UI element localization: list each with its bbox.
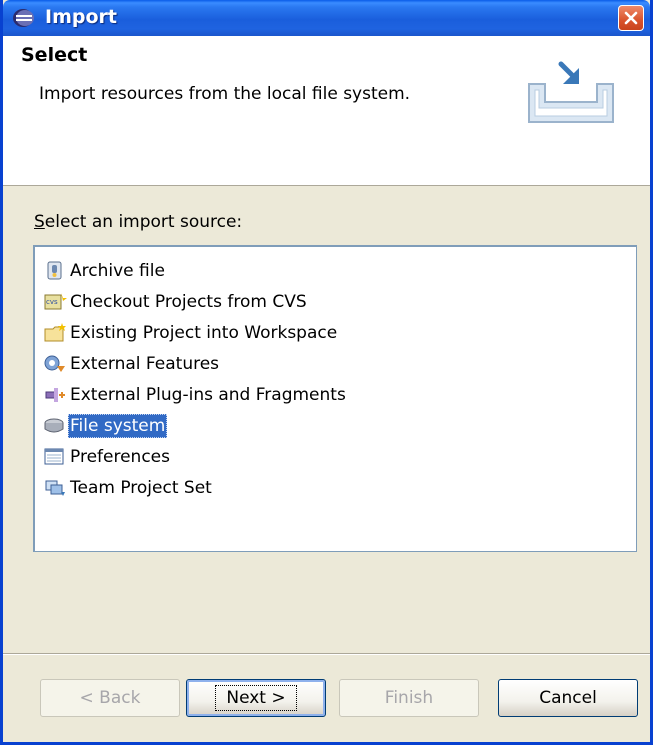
list-item-external-plugins[interactable]: External Plug-ins and Fragments xyxy=(43,381,348,409)
list-item-existing-project[interactable]: Existing Project into Workspace xyxy=(43,319,339,347)
finish-button-label: Finish xyxy=(384,688,434,708)
list-item-label: External Features xyxy=(70,354,220,374)
list-item-label: Archive file xyxy=(70,261,165,281)
list-item-preferences[interactable]: Preferences xyxy=(43,443,172,471)
list-item-external-features[interactable]: External Features xyxy=(43,350,221,378)
list-item-label: File system xyxy=(68,414,168,438)
cvs-checkout-icon: cvs xyxy=(44,293,67,310)
import-source-label-mnemonic: S xyxy=(34,212,45,232)
close-button[interactable] xyxy=(618,5,644,31)
import-source-label: Select an import source: xyxy=(34,212,242,232)
list-item-label: Checkout Projects from CVS xyxy=(70,292,307,312)
eclipse-icon xyxy=(13,9,34,27)
list-item-file-system[interactable]: File system xyxy=(43,412,168,440)
existing-project-icon xyxy=(44,323,66,342)
page-title: Select xyxy=(21,44,88,66)
import-source-list[interactable]: Archive file cvs Checkout Projects from … xyxy=(33,245,637,552)
cancel-button-label: Cancel xyxy=(539,688,597,708)
import-wizard-banner-icon xyxy=(528,61,614,123)
external-features-icon xyxy=(44,355,65,372)
close-icon xyxy=(624,11,638,25)
window-title: Import xyxy=(45,6,117,28)
list-item-label: Existing Project into Workspace xyxy=(70,323,338,343)
back-button-label: < Back xyxy=(79,688,141,708)
list-item-label: Team Project Set xyxy=(70,478,212,498)
svg-text:cvs: cvs xyxy=(46,298,58,306)
list-item-label: Preferences xyxy=(70,447,170,467)
list-item-team-project-set[interactable]: Team Project Set xyxy=(43,474,214,502)
team-project-set-icon xyxy=(45,480,65,496)
archive-file-icon xyxy=(47,261,62,280)
list-item-cvs-checkout[interactable]: cvs Checkout Projects from CVS xyxy=(43,288,309,316)
button-bar-separator xyxy=(3,653,650,655)
back-button[interactable]: < Back xyxy=(40,679,180,717)
title-bar[interactable]: Import xyxy=(3,0,650,36)
list-item-archive-file[interactable]: Archive file xyxy=(43,257,167,285)
finish-button[interactable]: Finish xyxy=(339,679,479,717)
list-item-label: External Plug-ins and Fragments xyxy=(70,385,346,405)
import-source-label-text: elect an import source: xyxy=(44,212,243,232)
page-description: Import resources from the local file sys… xyxy=(39,84,411,104)
next-button[interactable]: Next > xyxy=(186,679,326,717)
cancel-button[interactable]: Cancel xyxy=(498,679,638,717)
external-plugins-icon xyxy=(45,388,65,402)
next-button-label: Next > xyxy=(215,685,297,711)
import-dialog: Import Select Import resources from the … xyxy=(0,0,653,745)
file-system-icon xyxy=(44,418,64,433)
preferences-icon xyxy=(44,448,64,465)
